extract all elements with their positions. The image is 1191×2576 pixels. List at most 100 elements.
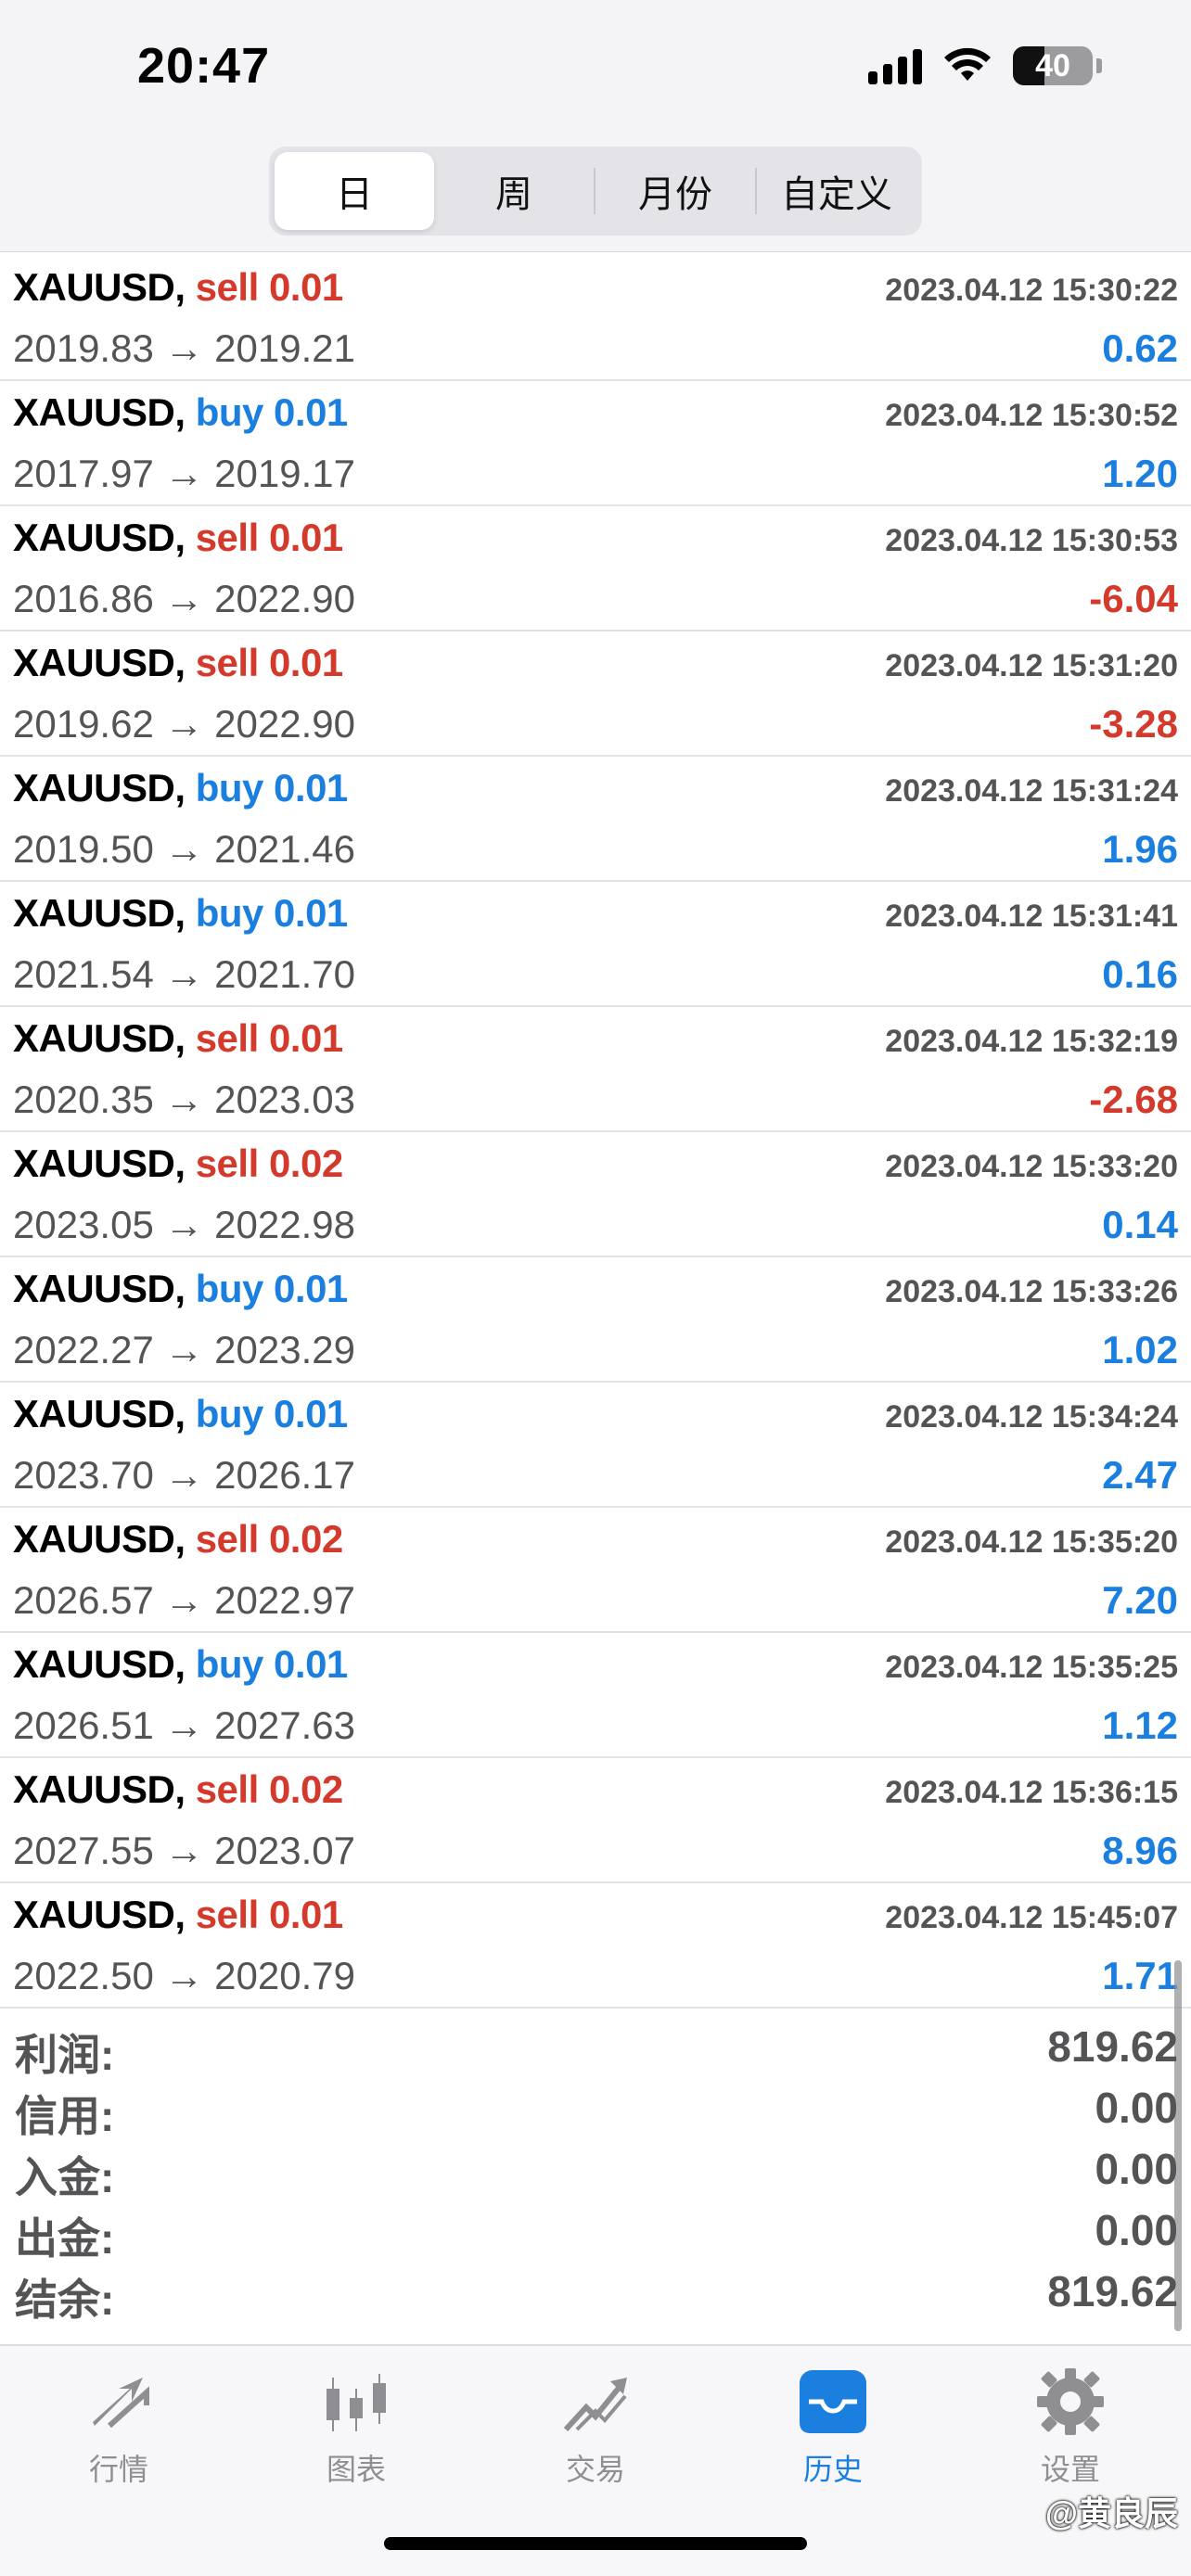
- deal-lot: 0.01: [274, 390, 348, 434]
- deal-symbol: XAUUSD, buy 0.01: [13, 766, 348, 810]
- home-indicator[interactable]: [384, 2537, 807, 2550]
- summary-row-balance: 结余: 819.62: [0, 2257, 1191, 2324]
- period-week-tab[interactable]: 周: [434, 152, 594, 230]
- deal-side: buy: [195, 390, 264, 434]
- symbol-label: XAUUSD,: [13, 641, 186, 684]
- tab-label: 图表: [326, 2453, 386, 2486]
- deal-lot: 0.01: [268, 265, 343, 309]
- deal-time: 2023.04.12 15:32:19: [885, 1024, 1178, 1059]
- summary-row-withdrawal: 出金: 0.00: [0, 2196, 1191, 2263]
- symbol-label: XAUUSD,: [13, 1642, 186, 1686]
- deal-symbol: XAUUSD, sell 0.02: [13, 1141, 343, 1186]
- deal-profit: -3.28: [1089, 702, 1178, 746]
- deal-symbol: XAUUSD, buy 0.01: [13, 1267, 348, 1311]
- tab-trade[interactable]: 交易: [521, 2365, 670, 2489]
- deal-row[interactable]: XAUUSD, buy 0.01 2023.04.12 15:31:41 2021.…: [0, 882, 1191, 1007]
- deal-time: 2023.04.12 15:34:24: [885, 1399, 1178, 1435]
- deal-symbol: XAUUSD, sell 0.01: [13, 641, 343, 685]
- deal-lot: 0.02: [268, 1517, 343, 1561]
- summary-label: 结余:: [15, 2276, 115, 2324]
- deal-profit: 0.14: [1102, 1203, 1178, 1246]
- deal-lot: 0.01: [274, 1392, 348, 1435]
- deal-row[interactable]: XAUUSD, sell 0.02 2023.04.12 15:36:15 2027…: [0, 1758, 1191, 1883]
- deal-time: 2023.04.12 15:33:20: [885, 1149, 1178, 1184]
- symbol-label: XAUUSD,: [13, 390, 186, 434]
- symbol-label: XAUUSD,: [13, 1267, 186, 1310]
- period-day-tab[interactable]: 日: [275, 152, 434, 230]
- deal-symbol: XAUUSD, buy 0.01: [13, 390, 348, 435]
- battery-percent: 40: [1035, 47, 1070, 83]
- deal-time: 2023.04.12 15:36:15: [885, 1775, 1178, 1810]
- summary-value: 819.62: [1047, 2022, 1178, 2071]
- deal-side: buy: [195, 891, 264, 935]
- deal-time: 2023.04.12 15:30:53: [885, 523, 1178, 558]
- deal-symbol: XAUUSD, sell 0.01: [13, 1893, 343, 1937]
- deal-prices: 2019.50 → 2021.46: [13, 827, 355, 871]
- deal-row[interactable]: XAUUSD, sell 0.02 2023.04.12 15:33:20 2023…: [0, 1132, 1191, 1257]
- deal-profit: -6.04: [1089, 577, 1178, 620]
- status-icons: 40: [868, 46, 1102, 85]
- deal-prices: 2019.62 → 2022.90: [13, 702, 355, 746]
- quotes-arrows-icon: [93, 2378, 149, 2429]
- deal-time: 2023.04.12 15:30:22: [885, 273, 1178, 308]
- deal-row[interactable]: XAUUSD, buy 0.01 2023.04.12 15:35:25 2026.…: [0, 1633, 1191, 1758]
- trade-trend-icon: [563, 2378, 627, 2432]
- tab-chart[interactable]: 图表: [282, 2365, 430, 2489]
- deal-time: 2023.04.12 15:30:52: [885, 398, 1178, 433]
- deal-prices: 2023.05 → 2022.98: [13, 1203, 355, 1246]
- tab-history[interactable]: 历史: [759, 2365, 907, 2489]
- deal-prices: 2019.83 → 2019.21: [13, 326, 355, 370]
- deal-profit: 0.16: [1102, 952, 1178, 996]
- deal-symbol: XAUUSD, buy 0.01: [13, 891, 348, 936]
- deal-profit: 2.47: [1102, 1453, 1178, 1497]
- watermark: @黄良辰: [1044, 2494, 1178, 2532]
- symbol-label: XAUUSD,: [13, 1767, 186, 1811]
- deal-row[interactable]: XAUUSD, sell 0.01 2023.04.12 15:30:22 2019…: [0, 256, 1191, 381]
- deal-lot: 0.02: [268, 1767, 343, 1811]
- deal-profit: 1.20: [1102, 452, 1178, 495]
- deal-time: 2023.04.12 15:33:26: [885, 1274, 1178, 1309]
- deal-time: 2023.04.12 15:31:41: [885, 899, 1178, 934]
- deal-symbol: XAUUSD, sell 0.02: [13, 1517, 343, 1562]
- period-month-tab[interactable]: 月份: [596, 152, 755, 230]
- tab-label: 行情: [88, 2453, 148, 2486]
- deal-row[interactable]: XAUUSD, sell 0.01 2023.04.12 15:30:53 2016…: [0, 506, 1191, 631]
- deal-symbol: XAUUSD, buy 0.01: [13, 1642, 348, 1687]
- deal-time: 2023.04.12 15:35:20: [885, 1524, 1178, 1560]
- deal-row[interactable]: XAUUSD, buy 0.01 2023.04.12 15:31:24 2019.…: [0, 757, 1191, 882]
- header-area: 20:47 40 日 周 月份 自定义: [0, 0, 1191, 252]
- battery-nub: [1096, 58, 1102, 73]
- deal-row[interactable]: XAUUSD, buy 0.01 2023.04.12 15:30:52 2017.…: [0, 381, 1191, 506]
- summary-value: 819.62: [1047, 2267, 1178, 2315]
- deal-lot: 0.02: [268, 1141, 343, 1185]
- deal-side: sell: [195, 1016, 260, 1060]
- deal-prices: 2017.97 → 2019.17: [13, 452, 355, 495]
- deal-row[interactable]: XAUUSD, buy 0.01 2023.04.12 15:34:24 2023.…: [0, 1383, 1191, 1508]
- cellular-signal-icon: [868, 47, 922, 84]
- tab-settings[interactable]: 设置: [996, 2365, 1145, 2489]
- deal-row[interactable]: XAUUSD, buy 0.01 2023.04.12 15:33:26 2022.…: [0, 1257, 1191, 1383]
- deal-lot: 0.01: [268, 1893, 343, 1936]
- deal-prices: 2026.51 → 2027.63: [13, 1703, 355, 1747]
- tab-quotes[interactable]: 行情: [45, 2365, 193, 2489]
- deal-side: buy: [195, 766, 264, 810]
- deal-lot: 0.01: [268, 641, 343, 684]
- deal-row[interactable]: XAUUSD, sell 0.02 2023.04.12 15:35:20 2026…: [0, 1508, 1191, 1633]
- status-time: 20:47: [137, 38, 271, 94]
- deal-prices: 2022.50 → 2020.79: [13, 1954, 355, 1997]
- deal-time: 2023.04.12 15:31:20: [885, 648, 1178, 683]
- deal-row[interactable]: XAUUSD, sell 0.01 2023.04.12 15:45:07 2022…: [0, 1883, 1191, 2009]
- deal-row[interactable]: XAUUSD, sell 0.01 2023.04.12 15:32:19 2020…: [0, 1007, 1191, 1132]
- summary-row-credit: 信用: 0.00: [0, 2073, 1191, 2140]
- deal-row[interactable]: XAUUSD, sell 0.01 2023.04.12 15:31:20 2019…: [0, 631, 1191, 757]
- deal-side: sell: [195, 641, 260, 684]
- summary-value: 0.00: [1095, 2206, 1178, 2254]
- deal-lot: 0.01: [274, 766, 348, 810]
- period-custom-tab[interactable]: 自定义: [757, 152, 916, 230]
- deal-symbol: XAUUSD, sell 0.01: [13, 1016, 343, 1061]
- deal-symbol: XAUUSD, sell 0.02: [13, 1767, 343, 1812]
- symbol-label: XAUUSD,: [13, 1893, 186, 1936]
- deal-profit: 1.12: [1102, 1703, 1178, 1747]
- deal-lot: 0.01: [274, 1642, 348, 1686]
- tab-label: 交易: [565, 2453, 625, 2486]
